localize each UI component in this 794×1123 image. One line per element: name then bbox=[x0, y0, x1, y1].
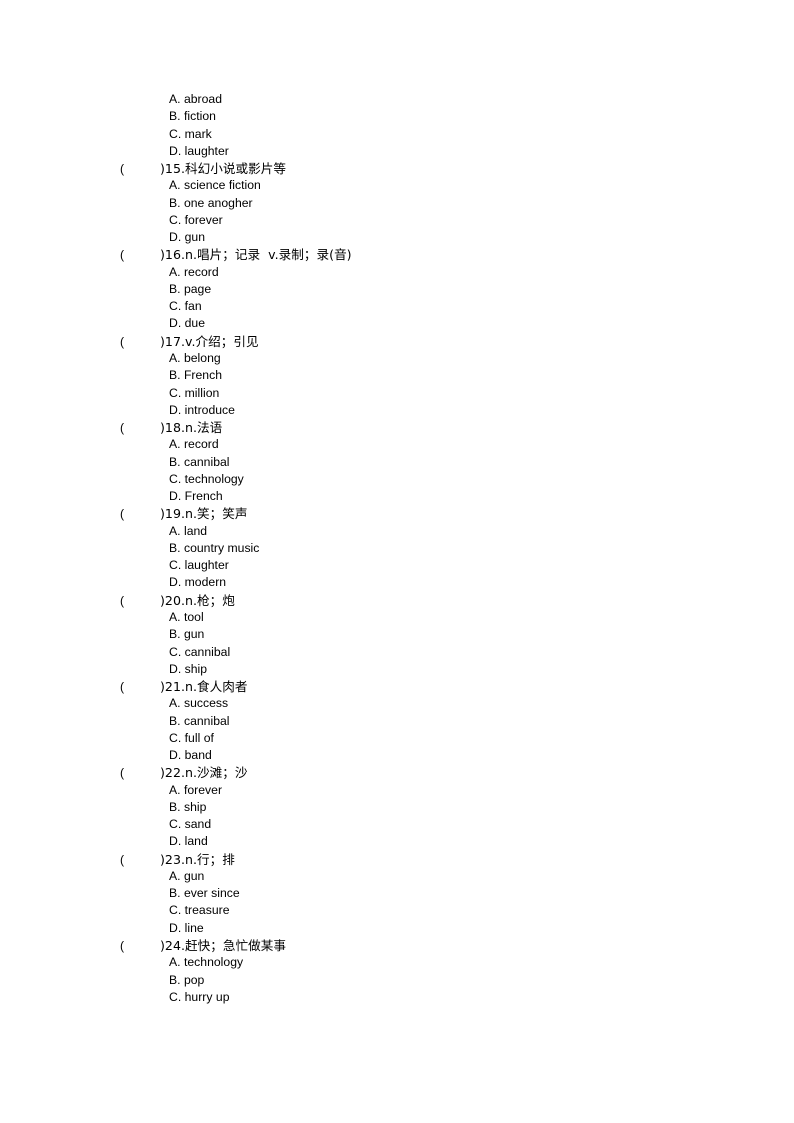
option-line[interactable]: D. land bbox=[0, 833, 794, 850]
option-line[interactable]: D. band bbox=[0, 747, 794, 764]
question-stem-text: )22.n.沙滩；沙 bbox=[160, 765, 248, 781]
option-line[interactable]: A. gun bbox=[0, 868, 794, 885]
option-line[interactable]: C. technology bbox=[0, 471, 794, 488]
question-stem-line: ()19.n.笑；笑声 bbox=[0, 505, 794, 522]
question-stem-text: )16.n.唱片；记录 v.录制；录(音) bbox=[160, 247, 352, 263]
question-block: ()20.n.枪；炮 A. tool B. gun C. cannibal D.… bbox=[0, 592, 794, 678]
option-line[interactable]: B. country music bbox=[0, 540, 794, 557]
option-line[interactable]: D. due bbox=[0, 315, 794, 332]
option-line[interactable]: B. cannibal bbox=[0, 713, 794, 730]
question-block: ()19.n.笑；笑声 A. land B. country music C. … bbox=[0, 505, 794, 591]
question-stem-text: )20.n.枪；炮 bbox=[160, 592, 235, 608]
answer-blank-paren[interactable]: ( bbox=[120, 420, 160, 437]
option-line: B. fiction bbox=[169, 109, 216, 124]
question-stem-line: ()18.n.法语 bbox=[0, 419, 794, 436]
document-page: A. abroad B. fiction C. mark D. laughter… bbox=[0, 0, 794, 1123]
question-block: ()23.n.行；排 A. gun B. ever since C. treas… bbox=[0, 851, 794, 937]
option-line: A. abroad bbox=[169, 92, 223, 106]
option-line[interactable]: B. cannibal bbox=[0, 454, 794, 471]
option-line[interactable]: C. fan bbox=[0, 298, 794, 315]
option-line[interactable]: A. land bbox=[0, 523, 794, 540]
answer-blank-paren[interactable]: ( bbox=[120, 161, 160, 178]
question-stem-line: ()24.赶快；急忙做某事 bbox=[0, 937, 794, 954]
question-block: ()22.n.沙滩；沙 A. forever B. ship C. sand D… bbox=[0, 764, 794, 850]
answer-blank-paren[interactable]: ( bbox=[120, 247, 160, 264]
question-block: ()17.v.介绍；引见 A. belong B. French C. mill… bbox=[0, 333, 794, 419]
question-stem-line: ()21.n.食人肉者 bbox=[0, 678, 794, 695]
option-line[interactable]: C. forever bbox=[0, 212, 794, 229]
option-line: D. laughter bbox=[169, 143, 229, 158]
question-stem-line: ()16.n.唱片；记录 v.录制；录(音) bbox=[0, 246, 794, 263]
answer-blank-paren[interactable]: ( bbox=[120, 593, 160, 610]
option-line[interactable]: B. ship bbox=[0, 799, 794, 816]
question-block: ()18.n.法语 A. record B. cannibal C. techn… bbox=[0, 419, 794, 505]
option-line[interactable]: D. French bbox=[0, 488, 794, 505]
option-line[interactable]: A. technology bbox=[0, 954, 794, 971]
option-line[interactable]: C. million bbox=[0, 385, 794, 402]
option-line[interactable]: A. science fiction bbox=[0, 177, 794, 194]
option-line[interactable]: B. page bbox=[0, 281, 794, 298]
option-line[interactable]: C. treasure bbox=[0, 902, 794, 919]
option-line[interactable]: D. introduce bbox=[0, 402, 794, 419]
option-line[interactable]: B. one anogher bbox=[0, 195, 794, 212]
question-block: ()24.赶快；急忙做某事 A. technology B. pop C. hu… bbox=[0, 937, 794, 1006]
option-line[interactable]: D. gun bbox=[0, 229, 794, 246]
option-line[interactable]: B. French bbox=[0, 367, 794, 384]
leading-options-group: A. abroad B. fiction C. mark D. laughter bbox=[0, 91, 794, 160]
option-line[interactable]: A. forever bbox=[0, 782, 794, 799]
option-line[interactable]: B. gun bbox=[0, 626, 794, 643]
option-line[interactable]: C. laughter bbox=[0, 557, 794, 574]
option-line[interactable]: B. ever since bbox=[0, 885, 794, 902]
option-line[interactable]: C. cannibal bbox=[0, 644, 794, 661]
question-block: ()21.n.食人肉者 A. success B. cannibal C. fu… bbox=[0, 678, 794, 764]
question-stem-line: ()22.n.沙滩；沙 bbox=[0, 764, 794, 781]
option-line[interactable]: A. record bbox=[0, 436, 794, 453]
option-line[interactable]: C. full of bbox=[0, 730, 794, 747]
answer-blank-paren[interactable]: ( bbox=[120, 852, 160, 869]
option-line[interactable]: B. pop bbox=[0, 972, 794, 989]
option-line[interactable]: C. sand bbox=[0, 816, 794, 833]
question-block: ()15.科幻小说或影片等 A. science fiction B. one … bbox=[0, 160, 794, 246]
answer-blank-paren[interactable]: ( bbox=[120, 506, 160, 523]
option-line[interactable]: D. ship bbox=[0, 661, 794, 678]
option-line[interactable]: A. tool bbox=[0, 609, 794, 626]
option-line[interactable]: A. success bbox=[0, 695, 794, 712]
question-stem-text: )18.n.法语 bbox=[160, 420, 223, 436]
question-stem-line: ()17.v.介绍；引见 bbox=[0, 333, 794, 350]
answer-blank-paren[interactable]: ( bbox=[120, 765, 160, 782]
question-block: ()16.n.唱片；记录 v.录制；录(音) A. record B. page… bbox=[0, 246, 794, 332]
question-stem-text: )23.n.行；排 bbox=[160, 851, 235, 867]
question-stem-text: )17.v.介绍；引见 bbox=[160, 333, 259, 349]
option-line[interactable]: A. belong bbox=[0, 350, 794, 367]
worksheet-body: A. abroad B. fiction C. mark D. laughter… bbox=[0, 91, 794, 1006]
option-line: C. mark bbox=[169, 126, 212, 141]
answer-blank-paren[interactable]: ( bbox=[120, 679, 160, 696]
option-line[interactable]: A. record bbox=[0, 264, 794, 281]
option-line[interactable]: D. modern bbox=[0, 574, 794, 591]
question-stem-text: )21.n.食人肉者 bbox=[160, 679, 248, 695]
answer-blank-paren[interactable]: ( bbox=[120, 938, 160, 955]
question-stem-line: ()15.科幻小说或影片等 bbox=[0, 160, 794, 177]
question-stem-text: )19.n.笑；笑声 bbox=[160, 506, 248, 522]
question-stem-text: )15.科幻小说或影片等 bbox=[160, 161, 286, 177]
question-stem-line: ()23.n.行；排 bbox=[0, 851, 794, 868]
answer-blank-paren[interactable]: ( bbox=[120, 334, 160, 351]
question-stem-text: )24.赶快；急忙做某事 bbox=[160, 938, 286, 954]
option-line[interactable]: D. line bbox=[0, 920, 794, 937]
option-line[interactable]: C. hurry up bbox=[0, 989, 794, 1006]
question-stem-line: ()20.n.枪；炮 bbox=[0, 592, 794, 609]
